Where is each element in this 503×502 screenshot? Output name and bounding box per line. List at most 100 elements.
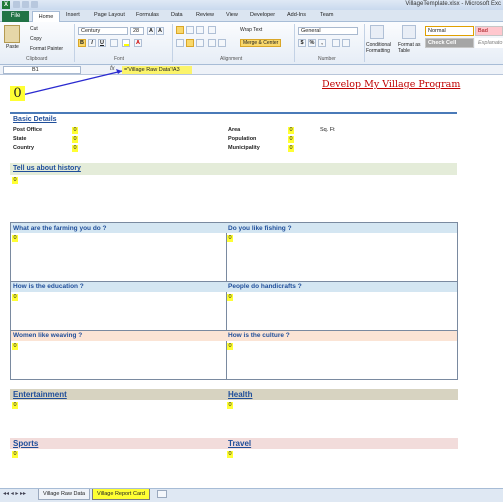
align-center-icon[interactable] <box>186 39 194 47</box>
font-name-select[interactable]: Century <box>78 27 128 35</box>
tab-add-ins[interactable]: Add-Ins <box>287 12 306 18</box>
comma-button[interactable]: , <box>318 39 326 47</box>
percent-button[interactable]: % <box>308 39 316 47</box>
align-top-icon[interactable] <box>176 26 184 34</box>
undo-icon[interactable] <box>22 1 29 8</box>
health-heading: Health <box>228 390 253 399</box>
style-check-cell[interactable]: Check Cell <box>425 38 474 48</box>
title-bar: X VillageTemplate.xlsx - Microsoft Exc <box>0 0 503 10</box>
number-format-select[interactable]: General <box>298 27 358 35</box>
paste-button[interactable]: Paste <box>6 44 19 50</box>
shrink-font-icon[interactable]: A <box>156 27 164 35</box>
conditional-formatting-button[interactable]: Conditional Formatting <box>366 42 394 54</box>
entertainment-value[interactable]: 0 <box>12 402 18 409</box>
tab-view[interactable]: View <box>226 12 238 18</box>
tab-formulas[interactable]: Formulas <box>136 12 159 18</box>
education-value[interactable]: 0 <box>12 294 18 301</box>
area-value[interactable]: 0 <box>288 127 294 134</box>
decrease-indent-icon[interactable] <box>208 39 216 47</box>
culture-question: How is the culture ? <box>228 332 290 339</box>
country-label: Country <box>13 145 35 151</box>
insert-sheet-icon[interactable] <box>157 490 167 498</box>
travel-value[interactable]: 0 <box>227 451 233 458</box>
font-size-select[interactable]: 28 <box>130 27 144 35</box>
weaving-question: Women like weaving ? <box>13 332 83 339</box>
grid-divider <box>226 222 227 380</box>
cut-button[interactable]: Cut <box>30 26 38 32</box>
format-painter-button[interactable]: Format Painter <box>30 46 63 52</box>
wrap-text-button[interactable]: Wrap Text <box>240 27 262 33</box>
program-title: Develop My Village Program <box>322 79 461 90</box>
number-group-label: Number <box>318 56 336 62</box>
education-question: How is the education ? <box>13 283 84 290</box>
grow-font-icon[interactable]: A <box>147 27 155 35</box>
state-value[interactable]: 0 <box>72 136 78 143</box>
save-icon[interactable] <box>13 1 20 8</box>
tab-page-layout[interactable]: Page Layout <box>94 12 125 18</box>
post-office-label: Post Office <box>13 127 43 133</box>
borders-icon[interactable] <box>110 39 118 47</box>
align-right-icon[interactable] <box>196 39 204 47</box>
tab-file[interactable]: File <box>2 11 29 22</box>
increase-decimal-icon[interactable] <box>332 39 340 47</box>
country-value[interactable]: 0 <box>72 145 78 152</box>
copy-button[interactable]: Copy <box>30 36 42 42</box>
area-label: Area <box>228 127 241 133</box>
handicrafts-value[interactable]: 0 <box>227 294 233 301</box>
style-bad[interactable]: Bad <box>475 26 503 36</box>
conditional-formatting-icon[interactable] <box>370 25 384 39</box>
farming-question: What are the farming you do ? <box>13 225 107 232</box>
fill-color-icon[interactable] <box>122 39 130 47</box>
style-normal[interactable]: Normal <box>425 26 474 36</box>
group-divider <box>74 24 75 62</box>
decrease-decimal-icon[interactable] <box>342 39 350 47</box>
currency-button[interactable]: $ <box>298 39 306 47</box>
fishing-value[interactable]: 0 <box>227 235 233 242</box>
municipality-value[interactable]: 0 <box>288 145 294 152</box>
tab-developer[interactable]: Developer <box>250 12 275 18</box>
align-middle-icon[interactable] <box>186 26 194 34</box>
bold-button[interactable]: B <box>78 39 86 47</box>
population-value[interactable]: 0 <box>288 136 294 143</box>
basic-details-heading: Basic Details <box>13 116 57 123</box>
format-as-table-button[interactable]: Format as Table <box>398 42 422 54</box>
section-divider <box>10 112 457 114</box>
state-label: State <box>13 136 27 142</box>
underline-button[interactable]: U <box>98 39 106 47</box>
tab-team[interactable]: Team <box>320 12 333 18</box>
format-as-table-icon[interactable] <box>402 25 416 39</box>
farming-value[interactable]: 0 <box>12 235 18 242</box>
tab-nav-icons[interactable]: ◂◂ ◂ ▸ ▸▸ <box>3 490 26 497</box>
ribbon: Paste Cut Copy Format Painter Clipboard … <box>0 22 503 65</box>
area-unit: Sq. Ft <box>320 127 335 133</box>
culture-value[interactable]: 0 <box>227 343 233 350</box>
italic-button[interactable]: I <box>88 39 96 47</box>
window-title: VillageTemplate.xlsx - Microsoft Exc <box>405 1 501 7</box>
health-value[interactable]: 0 <box>227 402 233 409</box>
align-bottom-icon[interactable] <box>196 26 204 34</box>
alignment-group-label: Alignment <box>220 56 243 62</box>
travel-heading: Travel <box>228 439 252 448</box>
post-office-value[interactable]: 0 <box>72 127 78 134</box>
sports-value[interactable]: 0 <box>12 451 18 458</box>
increase-indent-icon[interactable] <box>218 39 226 47</box>
merge-center-button[interactable]: Merge & Center <box>240 39 282 47</box>
tab-insert[interactable]: Insert <box>66 12 80 18</box>
orientation-icon[interactable] <box>208 26 216 34</box>
annotation-arrow <box>17 69 123 97</box>
history-value[interactable]: 0 <box>12 177 18 184</box>
handicrafts-question: People do handicrafts ? <box>228 283 302 290</box>
sheet-tab-report-card[interactable]: Village Report Card <box>92 489 150 500</box>
sheet-tab-raw-data[interactable]: Village Raw Data <box>38 489 91 500</box>
font-color-icon[interactable]: A <box>134 39 142 47</box>
clipboard-group-label: Clipboard <box>26 56 48 62</box>
weaving-value[interactable]: 0 <box>12 343 18 350</box>
tab-home[interactable]: Home <box>32 11 60 22</box>
cell-b1[interactable]: 0 <box>10 86 25 101</box>
paste-icon[interactable] <box>4 25 20 43</box>
style-explanatory[interactable]: Explanato <box>475 38 503 48</box>
align-left-icon[interactable] <box>176 39 184 47</box>
tab-review[interactable]: Review <box>196 12 214 18</box>
tab-data[interactable]: Data <box>171 12 183 18</box>
redo-icon[interactable] <box>31 1 38 8</box>
